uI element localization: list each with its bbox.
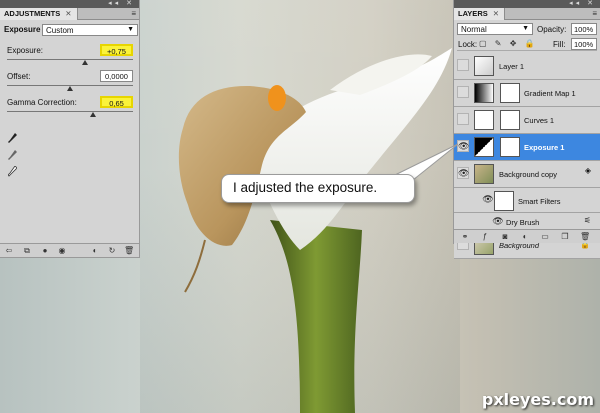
tab-adjustments-label: ADJUSTMENTS: [4, 9, 61, 18]
eye-icon[interactable]: 👁: [457, 140, 469, 152]
blend-mode-dropdown[interactable]: Normal ▼: [457, 23, 533, 35]
opacity-input[interactable]: 100%: [571, 23, 597, 35]
callout-text: I adjusted the exposure.: [233, 180, 378, 195]
panel-tab-bar: ADJUSTMENTS ✕ ≡: [0, 8, 139, 20]
adjustment-type-label: Exposure: [4, 25, 41, 34]
layer-name: Gradient Map 1: [524, 89, 576, 98]
layer-mask-thumbnail: [500, 83, 520, 103]
close-tab-icon[interactable]: ✕: [65, 9, 71, 18]
gamma-slider-thumb[interactable]: [89, 112, 96, 117]
offset-slider-thumb[interactable]: [67, 86, 73, 91]
layers-title-bar: ◂◂ ✕: [454, 0, 600, 8]
exposure-label: Exposure:: [7, 46, 44, 55]
link-layers-icon[interactable]: ⚭: [460, 232, 470, 241]
gamma-input[interactable]: 0,65: [100, 96, 133, 108]
layer-row-layer-1[interactable]: Layer 1: [454, 53, 600, 80]
layer-name: Dry Brush: [506, 218, 540, 227]
eye-icon[interactable]: 👁: [457, 167, 469, 179]
layer-row-exposure-1[interactable]: 👁 Exposure 1: [454, 134, 600, 161]
layer-thumbnail: [474, 164, 494, 184]
adjustments-footer: ⇦ ⧉ ● ◉ ◐ ↻ 🗑: [0, 243, 139, 257]
filter-options-icon[interactable]: ⚟: [584, 216, 591, 225]
eye-icon[interactable]: 👁: [492, 216, 504, 228]
exposure-slider-track[interactable]: [7, 59, 133, 60]
curves-icon: [474, 110, 494, 130]
collapse-close-buttons[interactable]: ◂◂ ✕: [108, 0, 135, 7]
offset-label: Offset:: [7, 72, 31, 81]
panel-title-bar: ◂◂ ✕: [0, 0, 139, 8]
eyedropper-black-icon[interactable]: [8, 133, 17, 144]
layers-menu-icon[interactable]: ≡: [592, 9, 597, 18]
preset-value: Custom: [46, 26, 74, 35]
clip-layer-icon[interactable]: ●: [40, 246, 50, 255]
preset-dropdown[interactable]: Custom ▼: [42, 24, 138, 36]
layers-footer: ⚭ ƒ ◙ ◐ ▭ ❐ 🗑: [454, 229, 600, 243]
offset-control: Offset: 0,0000: [7, 70, 133, 96]
visibility-toggle[interactable]: [457, 86, 469, 98]
blend-mode-value: Normal: [461, 25, 487, 34]
layer-name: Exposure 1: [524, 143, 565, 152]
blend-row: Normal ▼ Opacity: 100%: [457, 23, 597, 36]
layer-style-icon[interactable]: ƒ: [480, 232, 490, 241]
layers-tab-bar: LAYERS ✕ ≡: [454, 8, 600, 20]
reset-icon[interactable]: ↻: [107, 246, 117, 255]
tab-layers[interactable]: LAYERS ✕: [454, 8, 506, 20]
adjustment-header: Exposure Custom ▼: [4, 24, 138, 38]
back-arrow-icon[interactable]: ⇦: [4, 246, 14, 255]
adjustments-panel: ◂◂ ✕ ADJUSTMENTS ✕ ≡ Exposure Custom ▼ Ex…: [0, 0, 140, 258]
exposure-icon: [474, 137, 494, 157]
layer-row-smart-filters[interactable]: 👁 Smart Filters: [454, 188, 600, 213]
close-tab-icon[interactable]: ✕: [493, 9, 499, 18]
eye-icon[interactable]: 👁: [482, 194, 494, 206]
layer-thumbnail: [474, 56, 494, 76]
new-layer-icon[interactable]: ❐: [560, 232, 570, 241]
layer-name: Layer 1: [499, 62, 525, 71]
gamma-slider-track[interactable]: [7, 111, 133, 112]
add-mask-icon[interactable]: ◙: [500, 232, 510, 241]
gamma-label: Gamma Correction:: [7, 98, 77, 107]
watermark: pxleyes.com: [481, 390, 594, 409]
gamma-control: Gamma Correction: 0,65: [7, 96, 133, 122]
layers-panel: ◂◂ ✕ LAYERS ✕ ≡ Normal ▼ Opacity: 100% Lo…: [453, 0, 600, 259]
annotation-callout: I adjusted the exposure.: [221, 174, 415, 203]
chevron-down-icon: ▼: [522, 25, 529, 32]
fill-input[interactable]: 100%: [571, 38, 597, 50]
layer-mask-thumbnail: [500, 110, 520, 130]
adjustment-icon: [474, 83, 494, 103]
exposure-slider-thumb[interactable]: [82, 60, 89, 65]
layer-name: Curves 1: [524, 116, 555, 125]
opacity-label: Opacity:: [537, 25, 567, 34]
fill-label: Fill:: [553, 40, 566, 49]
new-adjustment-icon[interactable]: ◐: [520, 232, 530, 241]
layer-row-gradient-map-1[interactable]: Gradient Map 1: [454, 80, 600, 107]
layers-collapse-close-buttons[interactable]: ◂◂ ✕: [569, 0, 596, 7]
visibility-toggle[interactable]: [457, 113, 469, 125]
eyedropper-gray-icon[interactable]: [8, 150, 17, 161]
visibility-icon[interactable]: ◉: [57, 246, 67, 255]
smart-object-icon: ◈: [584, 166, 591, 175]
layer-name: Smart Filters: [518, 197, 561, 206]
expand-view-icon[interactable]: ⧉: [22, 246, 32, 255]
layer-mask-thumbnail: [500, 137, 520, 157]
trash-icon[interactable]: 🗑: [124, 246, 134, 255]
lock-row: Lock: ▢ ✎ ✥ 🔒 Fill: 100%: [457, 38, 597, 51]
lock-label: Lock:: [458, 40, 478, 49]
visibility-toggle[interactable]: [457, 59, 469, 71]
lock-options-icons[interactable]: ▢ ✎ ✥ 🔒: [479, 39, 538, 48]
offset-input[interactable]: 0,0000: [100, 70, 133, 82]
delete-layer-icon[interactable]: 🗑: [580, 232, 590, 241]
layer-row-background-copy[interactable]: 👁 Background copy ◈: [454, 161, 600, 188]
new-group-icon[interactable]: ▭: [540, 232, 550, 241]
panel-menu-icon[interactable]: ≡: [131, 9, 136, 18]
eyedropper-white-icon[interactable]: [8, 166, 17, 177]
layer-row-curves-1[interactable]: Curves 1: [454, 107, 600, 134]
chevron-down-icon: ▼: [127, 26, 134, 33]
filter-mask-thumbnail: [494, 191, 514, 211]
layer-name: Background copy: [499, 170, 557, 179]
tab-layers-label: LAYERS: [458, 9, 488, 18]
tab-adjustments[interactable]: ADJUSTMENTS ✕: [0, 8, 78, 20]
previous-state-icon[interactable]: ◐: [90, 246, 100, 255]
exposure-input[interactable]: +0,75: [100, 44, 133, 56]
exposure-control: Exposure: +0,75: [7, 44, 133, 70]
